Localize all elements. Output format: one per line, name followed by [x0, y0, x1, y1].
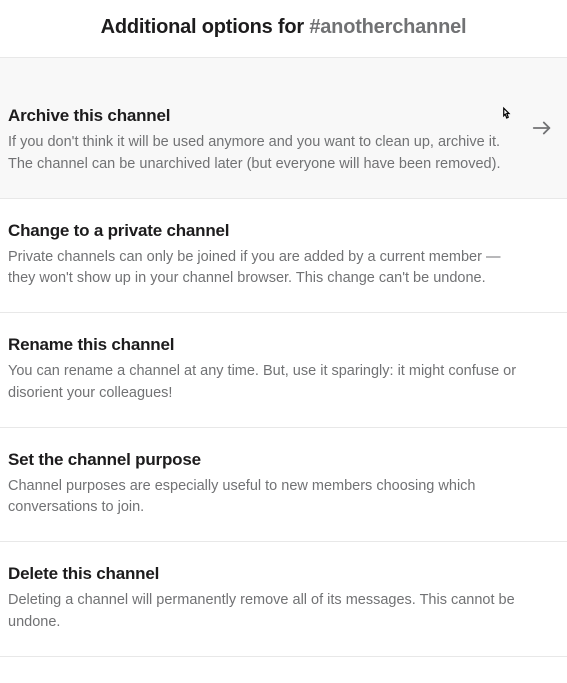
option-set-purpose[interactable]: Set the channel purpose Channel purposes… [0, 428, 567, 543]
option-rename-channel[interactable]: Rename this channel You can rename a cha… [0, 313, 567, 428]
option-description: Private channels can only be joined if y… [8, 247, 517, 291]
option-change-private[interactable]: Change to a private channel Private chan… [0, 199, 567, 314]
channel-name: #anotherchannel [309, 16, 466, 38]
options-list: Archive this channel If you don't think … [0, 58, 567, 657]
option-description: If you don't think it will be used anymo… [8, 132, 517, 176]
dialog-header: Additional options for #anotherchannel [0, 0, 567, 58]
option-title: Delete this channel [8, 564, 517, 584]
option-title: Change to a private channel [8, 221, 517, 241]
option-delete-channel[interactable]: Delete this channel Deleting a channel w… [0, 542, 567, 657]
option-title: Set the channel purpose [8, 450, 517, 470]
option-description: You can rename a channel at any time. Bu… [8, 361, 517, 405]
option-description: Channel purposes are especially useful t… [8, 476, 517, 520]
option-title: Archive this channel [8, 106, 517, 126]
option-archive-channel[interactable]: Archive this channel If you don't think … [0, 58, 567, 199]
page-title: Additional options for #anotherchannel [8, 16, 559, 39]
option-description: Deleting a channel will permanently remo… [8, 590, 517, 634]
title-prefix: Additional options for [101, 16, 310, 38]
option-title: Rename this channel [8, 335, 517, 355]
arrow-right-icon [531, 117, 553, 139]
